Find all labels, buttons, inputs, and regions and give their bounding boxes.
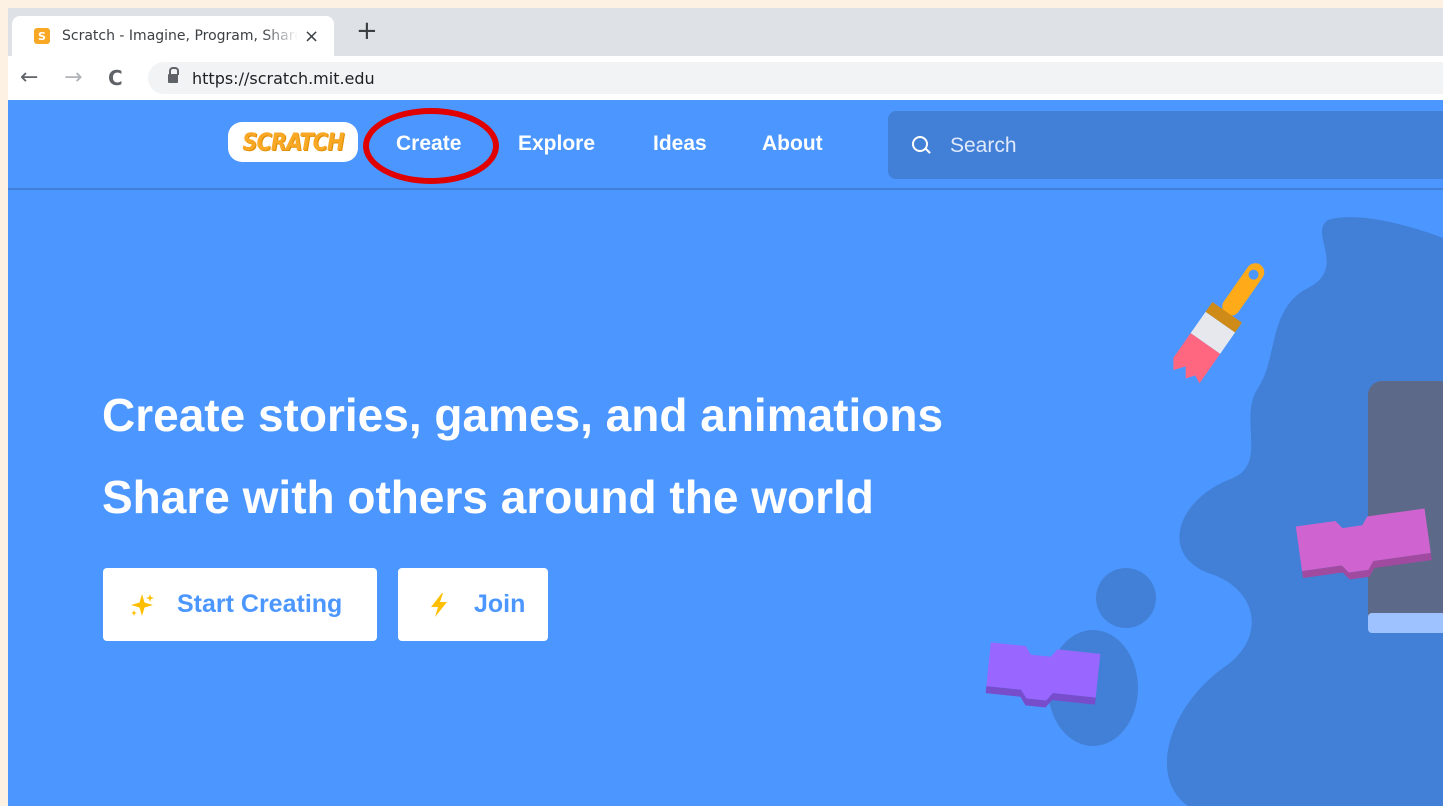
lightning-icon xyxy=(431,592,447,617)
sparkle-icon xyxy=(131,593,154,616)
paintbrush-icon xyxy=(1173,263,1265,384)
hero-headline: Create stories, games, and animations xyxy=(102,389,944,441)
browser-window: S Scratch - Imagine, Program, Share × + … xyxy=(8,8,1443,806)
editor-screen-shape xyxy=(1368,381,1443,633)
start-creating-button[interactable]: Start Creating xyxy=(103,568,377,641)
hero-subheadline: Share with others around the world xyxy=(102,471,874,523)
start-creating-label: Start Creating xyxy=(177,590,343,618)
join-button[interactable]: Join xyxy=(398,568,548,641)
join-label: Join xyxy=(474,590,526,618)
code-block-icon xyxy=(985,642,1101,708)
small-blob-shape xyxy=(1096,568,1156,628)
